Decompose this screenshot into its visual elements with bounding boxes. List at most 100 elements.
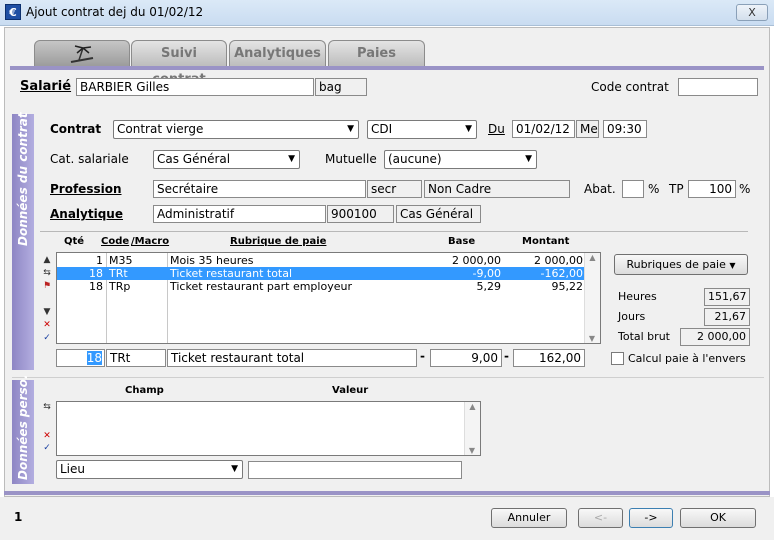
cell-libelle: Mois 35 heures [170, 254, 254, 267]
cell-qte: 18 [89, 267, 103, 280]
insert-row-icon[interactable]: ⇆ [41, 268, 53, 278]
header-champ: Champ [125, 385, 164, 396]
analytique-field[interactable]: Administratif [153, 205, 326, 223]
cell-montant: -162,00 [540, 267, 583, 280]
code-contrat-field[interactable] [678, 78, 758, 96]
lieu-select-value: Lieu [60, 462, 86, 476]
cell-montant: 95,22 [551, 280, 584, 293]
validate-icon[interactable]: ✓ [41, 333, 53, 343]
chevron-down-icon: ▼ [465, 124, 472, 134]
salarie-name-field[interactable]: BARBIER Gilles [76, 78, 314, 96]
date-field[interactable]: 01/02/12 [512, 120, 575, 138]
cell-base: 5,29 [476, 280, 502, 293]
mutuelle-label: Mutuelle [325, 152, 377, 166]
analytique-label: Analytique [50, 207, 123, 221]
delete-icon[interactable]: ✕ [41, 320, 53, 330]
lieu-select[interactable]: Lieu ▼ [56, 460, 243, 479]
profession-label: Profession [50, 182, 122, 196]
edit-qte-field[interactable]: 18 [56, 349, 105, 367]
tab-main[interactable] [34, 40, 130, 66]
insert-row-icon[interactable]: ⇆ [41, 402, 53, 412]
tp-label: TP [669, 182, 684, 196]
header-valeur: Valeur [332, 385, 369, 396]
tab-paies[interactable]: Paies [328, 40, 425, 66]
heures-field: 151,67 [704, 288, 750, 306]
table-scrollbar[interactable]: ▲ ▼ [584, 253, 600, 343]
salarie-code-field: bag [315, 78, 367, 96]
title-bar: € Ajout contrat dej du 01/02/12 X [0, 0, 774, 26]
cell-base: -9,00 [472, 267, 501, 280]
perso-section-side: Données perso. [12, 375, 34, 484]
edit-montant-sign[interactable]: - [504, 349, 509, 363]
edit-libelle-field[interactable]: Ticket restaurant total [167, 349, 417, 367]
flag-icon[interactable]: ⚑ [41, 281, 53, 291]
mutuelle-select[interactable]: (aucune) ▼ [384, 150, 537, 169]
move-down-icon[interactable]: ▼ [41, 307, 53, 317]
ok-button[interactable]: OK [680, 508, 756, 528]
tab-analytiques[interactable]: Analytiques [229, 40, 326, 66]
chevron-down-icon: ▼ [288, 154, 295, 164]
scroll-up-icon[interactable]: ▲ [465, 402, 480, 411]
perso-section-label: Données perso. [16, 374, 30, 480]
cell-montant: 2 000,00 [534, 254, 583, 267]
chevron-down-icon: ▼ [231, 464, 238, 474]
time-field[interactable]: 09:30 [603, 120, 647, 138]
du-label: Du [488, 122, 505, 136]
edit-base-sign[interactable]: - [420, 349, 425, 363]
header-montant: Montant [522, 236, 570, 247]
analytique-code-field: 900100 [327, 205, 394, 223]
table-row[interactable]: 18 TRp Ticket restaurant part employeur … [57, 280, 584, 293]
tab-suivi-contrat[interactable]: Suivi contrat [131, 40, 227, 87]
type-contrat-select[interactable]: CDI ▼ [367, 120, 477, 139]
scroll-up-icon[interactable]: ▲ [585, 253, 600, 262]
cat-salariale-value: Cas Général [157, 152, 231, 166]
calcul-envers-label: Calcul paie à l'envers [628, 352, 746, 365]
lieu-value-field[interactable] [248, 461, 462, 479]
profession-statut-field: Non Cadre [424, 180, 570, 198]
close-button[interactable]: X [736, 4, 768, 21]
cell-code: M35 [109, 254, 133, 267]
window-title: Ajout contrat dej du 01/02/12 [26, 5, 204, 19]
edit-code-field[interactable]: TRt [106, 349, 166, 367]
cell-libelle: Ticket restaurant part employeur [170, 280, 352, 293]
table-row[interactable]: 18 TRt Ticket restaurant total -9,00 -16… [57, 267, 584, 280]
contrat-select-value: Contrat vierge [117, 122, 204, 136]
mutuelle-value: (aucune) [388, 152, 442, 166]
annuler-button[interactable]: Annuler [491, 508, 567, 528]
edit-base-field[interactable]: 9,00 [430, 349, 502, 367]
header-base: Base [448, 236, 476, 247]
header-qte: Qté [64, 236, 85, 247]
next-button[interactable]: -> [629, 508, 673, 528]
profession-field[interactable]: Secrétaire [153, 180, 366, 198]
app-icon: € [5, 4, 21, 20]
calcul-envers-checkbox[interactable] [611, 352, 624, 365]
cell-code: TRp [109, 280, 131, 293]
move-up-icon[interactable]: ▲ [41, 255, 53, 265]
contrat-label: Contrat [50, 122, 102, 136]
scroll-down-icon[interactable]: ▼ [465, 446, 479, 455]
cat-salariale-label: Cat. salariale [50, 152, 129, 166]
edit-qte-value: 18 [86, 351, 102, 365]
cat-salariale-select[interactable]: Cas Général ▼ [153, 150, 300, 169]
edit-montant-field[interactable]: 162,00 [513, 349, 585, 367]
total-brut-label: Total brut [618, 330, 670, 343]
abat-pct: % [648, 182, 660, 196]
chevron-down-icon: ▼ [347, 124, 354, 134]
rubriques-de-paie-button[interactable]: Rubriques de paie ▼ [614, 254, 748, 275]
abat-label: Abat. [584, 182, 616, 196]
previous-button[interactable]: <- [578, 508, 623, 528]
contrat-select[interactable]: Contrat vierge ▼ [113, 120, 359, 139]
table-row[interactable]: 1 M35 Mois 35 heures 2 000,00 2 000,00 [57, 254, 584, 267]
heures-label: Heures [618, 290, 657, 303]
tp-field[interactable]: 100 [688, 180, 736, 198]
scroll-down-icon[interactable]: ▼ [585, 334, 599, 343]
cell-code: TRt [109, 267, 128, 280]
header-macro: /Macro [131, 236, 170, 247]
chevron-down-icon: ▼ [729, 261, 736, 270]
bottom-divider [4, 491, 770, 495]
delete-icon[interactable]: ✕ [41, 431, 53, 441]
perso-scrollbar[interactable]: ▲ ▼ [464, 402, 480, 455]
header-rubrique: Rubrique de paie [230, 236, 327, 247]
validate-icon[interactable]: ✓ [41, 443, 53, 453]
abat-field[interactable] [622, 180, 644, 198]
